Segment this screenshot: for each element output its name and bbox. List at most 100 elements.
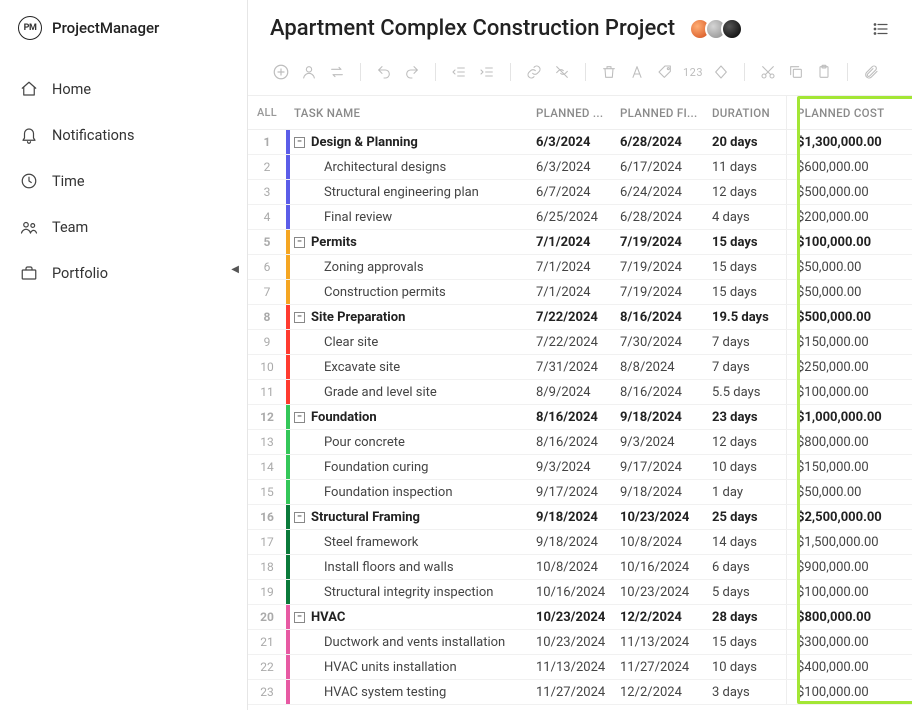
cell-planned-cost[interactable]: $50,000.00 [786,480,912,504]
task-row[interactable]: 21Ductwork and vents installation10/23/2… [248,630,912,655]
unlink-icon[interactable] [551,61,573,83]
task-row[interactable]: 3Structural engineering plan6/7/20246/24… [248,180,912,205]
cell-planned-cost[interactable]: $150,000.00 [786,330,912,354]
cell-planned-start[interactable]: 10/8/2024 [536,555,620,579]
cell-duration[interactable]: 28 days [712,605,786,629]
app-logo[interactable]: PM ProjectManager [0,10,247,58]
cell-planned-finish[interactable]: 7/30/2024 [620,330,712,354]
cell-planned-finish[interactable]: 7/19/2024 [620,280,712,304]
col-all[interactable]: ALL [248,96,286,129]
nav-team[interactable]: Team [0,204,247,250]
cell-planned-start[interactable]: 7/22/2024 [536,330,620,354]
task-row[interactable]: 12−Foundation8/16/20249/18/202423 days$1… [248,405,912,430]
cell-planned-cost[interactable]: $100,000.00 [786,380,912,404]
nav-notifications[interactable]: Notifications [0,112,247,158]
cell-planned-start[interactable]: 11/27/2024 [536,680,620,704]
task-row[interactable]: 14Foundation curing9/3/20249/17/202410 d… [248,455,912,480]
task-row[interactable]: 7Construction permits7/1/20247/19/202415… [248,280,912,305]
cell-planned-finish[interactable]: 8/8/2024 [620,355,712,379]
task-row[interactable]: 13Pour concrete8/16/20249/3/202412 days$… [248,430,912,455]
cell-planned-cost[interactable]: $600,000.00 [786,155,912,179]
task-row[interactable]: 15Foundation inspection9/17/20249/18/202… [248,480,912,505]
cell-duration[interactable]: 7 days [712,330,786,354]
task-row[interactable]: 22HVAC units installation11/13/202411/27… [248,655,912,680]
cell-planned-finish[interactable]: 11/13/2024 [620,630,712,654]
cell-planned-cost[interactable]: $150,000.00 [786,455,912,479]
sidebar-collapse-icon[interactable]: ◀ [231,264,239,275]
collapse-toggle-icon[interactable]: − [294,612,305,623]
cell-planned-cost[interactable]: $900,000.00 [786,555,912,579]
cell-planned-start[interactable]: 7/1/2024 [536,280,620,304]
task-row[interactable]: 1−Design & Planning6/3/20246/28/202420 d… [248,130,912,155]
cell-planned-finish[interactable]: 10/23/2024 [620,505,712,529]
cell-planned-start[interactable]: 10/23/2024 [536,630,620,654]
cell-planned-cost[interactable]: $250,000.00 [786,355,912,379]
cell-planned-start[interactable]: 7/1/2024 [536,230,620,254]
task-row[interactable]: 19Structural integrity inspection10/16/2… [248,580,912,605]
cell-planned-start[interactable]: 9/3/2024 [536,455,620,479]
cell-planned-start[interactable]: 11/13/2024 [536,655,620,679]
cell-planned-finish[interactable]: 10/8/2024 [620,530,712,554]
cell-planned-finish[interactable]: 11/27/2024 [620,655,712,679]
cell-planned-start[interactable]: 7/22/2024 [536,305,620,329]
cell-planned-cost[interactable]: $400,000.00 [786,655,912,679]
collapse-toggle-icon[interactable]: − [294,512,305,523]
cell-planned-start[interactable]: 9/17/2024 [536,480,620,504]
cell-duration[interactable]: 12 days [712,430,786,454]
task-row[interactable]: 4Final review6/25/20246/28/20244 days$20… [248,205,912,230]
cell-planned-start[interactable]: 8/9/2024 [536,380,620,404]
cell-duration[interactable]: 12 days [712,180,786,204]
cell-planned-finish[interactable]: 10/23/2024 [620,580,712,604]
cell-duration[interactable]: 14 days [712,530,786,554]
collapse-toggle-icon[interactable]: − [294,237,305,248]
attachment-icon[interactable] [860,61,882,83]
cell-duration[interactable]: 10 days [712,655,786,679]
cell-planned-cost[interactable]: $100,000.00 [786,230,912,254]
cell-planned-cost[interactable]: $1,000,000.00 [786,405,912,429]
col-planned-finish[interactable]: PLANNED FI... [620,96,712,129]
col-task-name[interactable]: TASK NAME [290,96,536,129]
cell-duration[interactable]: 7 days [712,355,786,379]
cell-duration[interactable]: 23 days [712,405,786,429]
cell-planned-finish[interactable]: 6/17/2024 [620,155,712,179]
cell-planned-start[interactable]: 8/16/2024 [536,430,620,454]
nav-portfolio[interactable]: Portfolio [0,250,247,296]
cell-planned-start[interactable]: 9/18/2024 [536,530,620,554]
copy-icon[interactable] [785,61,807,83]
paste-icon[interactable] [813,61,835,83]
undo-icon[interactable] [373,61,395,83]
link-icon[interactable] [523,61,545,83]
cell-duration[interactable]: 15 days [712,630,786,654]
tag-icon[interactable] [654,61,676,83]
milestone-icon[interactable] [710,61,732,83]
cell-planned-finish[interactable]: 6/28/2024 [620,130,712,154]
task-row[interactable]: 17Steel framework9/18/202410/8/202414 da… [248,530,912,555]
task-row[interactable]: 2Architectural designs6/3/20246/17/20241… [248,155,912,180]
cell-planned-start[interactable]: 10/16/2024 [536,580,620,604]
cell-duration[interactable]: 3 days [712,680,786,704]
task-row[interactable]: 8−Site Preparation7/22/20248/16/202419.5… [248,305,912,330]
cell-duration[interactable]: 10 days [712,455,786,479]
cell-duration[interactable]: 1 day [712,480,786,504]
task-row[interactable]: 23HVAC system testing11/27/202412/2/2024… [248,680,912,705]
cell-planned-cost[interactable]: $300,000.00 [786,630,912,654]
text-style-icon[interactable] [626,61,648,83]
list-menu-icon[interactable] [872,20,890,38]
cell-planned-start[interactable]: 6/3/2024 [536,155,620,179]
task-row[interactable]: 11Grade and level site8/9/20248/16/20245… [248,380,912,405]
cell-duration[interactable]: 5 days [712,580,786,604]
outdent-icon[interactable] [448,61,470,83]
cell-planned-cost[interactable]: $500,000.00 [786,180,912,204]
task-row[interactable]: 16−Structural Framing9/18/202410/23/2024… [248,505,912,530]
task-row[interactable]: 5−Permits7/1/20247/19/202415 days$100,00… [248,230,912,255]
trash-icon[interactable] [598,61,620,83]
cell-planned-cost[interactable]: $1,300,000.00 [786,130,912,154]
cell-planned-finish[interactable]: 12/2/2024 [620,680,712,704]
avatar[interactable] [721,18,743,40]
cell-planned-finish[interactable]: 7/19/2024 [620,230,712,254]
cell-planned-cost[interactable]: $100,000.00 [786,580,912,604]
collapse-toggle-icon[interactable]: − [294,137,305,148]
cell-planned-cost[interactable]: $100,000.00 [786,680,912,704]
cell-planned-cost[interactable]: $50,000.00 [786,255,912,279]
cell-planned-finish[interactable]: 6/28/2024 [620,205,712,229]
